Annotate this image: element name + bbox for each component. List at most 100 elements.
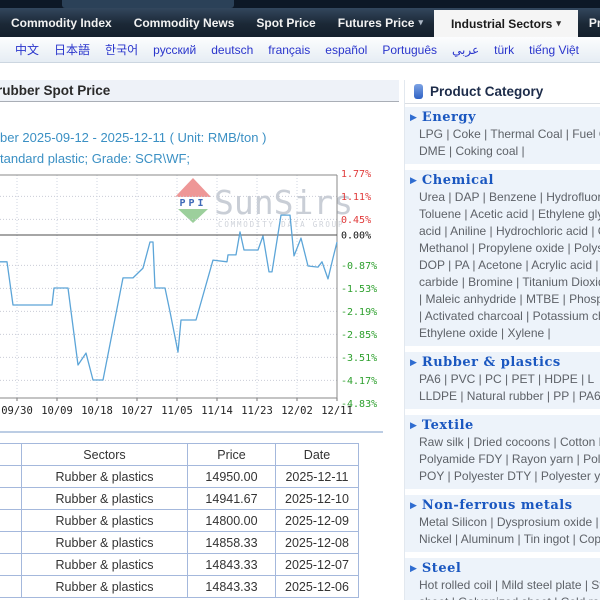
price-table: Sectors Price Date Rubber & plastics 14950.0…	[0, 443, 359, 598]
nav-item-prices[interactable]: Prices	[578, 8, 600, 37]
category-items-line[interactable]: Metal Silicon | Dysprosium oxide | L	[405, 514, 600, 531]
nav-item-commodity-index[interactable]: Commodity Index	[0, 8, 123, 37]
category-textile: ▶ Textile Raw silk | Dried cocoons | Cotto…	[405, 415, 600, 489]
chevron-right-icon: ▶	[410, 175, 417, 185]
table-row[interactable]: Rubber & plastics 14843.33 2025-12-07	[0, 553, 359, 576]
x-axis-labels: 09/30 10/09 10/18 10/27 11/05 11/14 11/23 12/02…	[1, 405, 353, 417]
table-row[interactable]: Rubber & plastics 14843.33 2025-12-06	[0, 575, 359, 598]
nav-item-commodity-news[interactable]: Commodity News	[123, 8, 246, 37]
x-tick-label: 10/18	[81, 405, 113, 417]
table-cell: Rubber & plastics	[21, 509, 188, 532]
nav-item-spot-price[interactable]: Spot Price	[245, 8, 326, 37]
category-title-row[interactable]: ▶ Textile	[405, 417, 600, 434]
top-strip	[0, 0, 600, 8]
table-cell: 2025-12-10	[275, 487, 359, 510]
column-header: Price	[187, 443, 276, 466]
category-items-line[interactable]: Ethylene oxide | Xylene |	[405, 325, 600, 342]
category-items-line[interactable]: DME | Coking coal |	[405, 143, 600, 160]
chart-period-unit: ber 2025-09-12 - 2025-12-11 ( Unit: RMB/…	[0, 130, 267, 145]
y-tick-label: 1.11%	[341, 192, 371, 203]
chevron-down-icon: ▾	[556, 18, 561, 28]
category-items-line[interactable]: | Maleic anhydride | MTBE | Phosph	[405, 291, 600, 308]
category-items-line[interactable]: POY | Polyester DTY | Polyester yar	[405, 468, 600, 485]
table-row[interactable]: Rubber & plastics 14858.33 2025-12-08	[0, 531, 359, 554]
category-title: Non-ferrous metals	[421, 498, 573, 513]
y-tick-label: -1.53%	[341, 284, 377, 295]
category-items-line[interactable]: Nickel | Aluminum | Tin ingot | Copp	[405, 531, 600, 548]
y-tick-label: 0.00%	[341, 231, 371, 242]
watermark-name: SunSirs	[214, 183, 353, 222]
category-title-row[interactable]: ▶ Energy	[405, 109, 600, 126]
x-tick-label: 12/11	[321, 405, 353, 417]
product-category-sidebar: Product Category ▶ Energy LPG | Coke | The…	[404, 80, 600, 600]
category-items-line[interactable]: LPG | Coke | Thermal Coal | Fuel Oil |	[405, 126, 600, 143]
category-items-line[interactable]: LLDPE | Natural rubber | PP | PA66	[405, 388, 600, 405]
table-cell: 2025-12-08	[275, 531, 359, 554]
chart-info: ber 2025-09-12 - 2025-12-11 ( Unit: RMB/…	[0, 127, 400, 169]
category-items-line[interactable]: Toluene | Acetic acid | Ethylene glycol	[405, 206, 600, 223]
category-list: ▶ Energy LPG | Coke | Thermal Coal | Fuel …	[405, 107, 600, 600]
lang-link-ti-ng-vi-t[interactable]: tiếng Việt	[529, 43, 579, 57]
y-tick-label: 0.45%	[341, 215, 371, 226]
category-items-line[interactable]: PA6 | PVC | PC | PET | HDPE | L	[405, 371, 600, 388]
category-items-line[interactable]: Methanol | Propylene oxide | Polysili	[405, 240, 600, 257]
table-cell: 2025-12-11	[275, 465, 359, 488]
category-title-row[interactable]: ▶ Non-ferrous metals	[405, 497, 600, 514]
table-cell	[0, 465, 22, 488]
table-cell: 2025-12-07	[275, 553, 359, 576]
lang-link-t-rk[interactable]: türk	[494, 43, 514, 57]
lang-link-[interactable]: 日本語	[54, 41, 90, 58]
column-header	[0, 443, 22, 466]
table-cell: 14941.67	[187, 487, 276, 510]
table-row[interactable]: Rubber & plastics 14941.67 2025-12-10	[0, 487, 359, 510]
lang-link-[interactable]: 한국어	[105, 41, 138, 58]
table-row[interactable]: Rubber & plastics 14950.00 2025-12-11	[0, 465, 359, 488]
category-items-line[interactable]: DOP | PA | Acetone | Acrylic acid |	[405, 257, 600, 274]
category-items-line[interactable]: Raw silk | Dried cocoons | Cotton Li	[405, 434, 600, 451]
category-energy: ▶ Energy LPG | Coke | Thermal Coal | Fuel …	[405, 107, 600, 164]
lang-link-[interactable]: русский	[153, 43, 196, 57]
lang-link-espa-ol[interactable]: español	[325, 43, 367, 57]
y-tick-label: -3.51%	[341, 353, 377, 364]
x-tick-label: 11/05	[161, 405, 193, 417]
table-cell	[0, 531, 22, 554]
category-items-line[interactable]: Urea | DAP | Benzene | Hydrofluoric	[405, 189, 600, 206]
x-tick-label: 09/30	[1, 405, 33, 417]
x-tick-label: 12/02	[281, 405, 313, 417]
category-items-line[interactable]: | Activated charcoal | Potassium chlo	[405, 308, 600, 325]
category-rubber-plastics: ▶ Rubber & plastics PA6 | PVC | PC | PET |…	[405, 352, 600, 409]
category-items-line[interactable]: sheet | Galvanized sheet | Cold rolle	[405, 594, 600, 600]
category-title-row[interactable]: ▶ Rubber & plastics	[405, 354, 600, 371]
table-top-divider	[0, 431, 383, 433]
x-tick-label: 10/09	[41, 405, 73, 417]
lang-link-portugu-s[interactable]: Português	[382, 43, 437, 57]
lang-link-[interactable]: عربي	[452, 43, 479, 57]
table-cell	[0, 487, 22, 510]
chevron-right-icon: ▶	[410, 563, 417, 573]
lang-link-[interactable]: 中文	[15, 41, 39, 58]
category-title-row[interactable]: ▶ Steel	[405, 560, 600, 577]
top-nav: Commodity Index Commodity News Spot Price F…	[0, 8, 600, 37]
ppi-logo-red-triangle	[175, 178, 211, 197]
category-non-ferrous-metals: ▶ Non-ferrous metals Metal Silicon | Dyspr…	[405, 495, 600, 552]
category-items-line[interactable]: carbide | Bromine | Titanium Dioxide	[405, 274, 600, 291]
table-cell: 14843.33	[187, 553, 276, 576]
category-title: Energy	[421, 110, 477, 125]
lang-link-deutsch[interactable]: deutsch	[211, 43, 253, 57]
table-cell: Rubber & plastics	[21, 575, 188, 598]
category-items-line[interactable]: Hot rolled coil | Mild steel plate | Ste	[405, 577, 600, 594]
category-title: Chemical	[421, 173, 494, 188]
chevron-right-icon: ▶	[410, 500, 417, 510]
table-header-row: Sectors Price Date	[0, 443, 359, 466]
header-search-box-bottom	[62, 0, 234, 8]
table-row[interactable]: Rubber & plastics 14800.00 2025-12-09	[0, 509, 359, 532]
category-steel: ▶ Steel Hot rolled coil | Mild steel plate…	[405, 558, 600, 600]
nav-item-industrial-sectors[interactable]: Industrial Sectors ▾	[433, 10, 578, 37]
x-tick-label: 10/27	[121, 405, 153, 417]
nav-item-futures-price[interactable]: Futures Price ▾	[327, 8, 434, 37]
lang-link-fran-ais[interactable]: français	[268, 43, 310, 57]
category-title-row[interactable]: ▶ Chemical	[405, 172, 600, 189]
chevron-down-icon: ▾	[418, 17, 423, 27]
category-items-line[interactable]: acid | Aniline | Hydrochloric acid | C	[405, 223, 600, 240]
category-items-line[interactable]: Polyamide FDY | Rayon yarn | Polye	[405, 451, 600, 468]
